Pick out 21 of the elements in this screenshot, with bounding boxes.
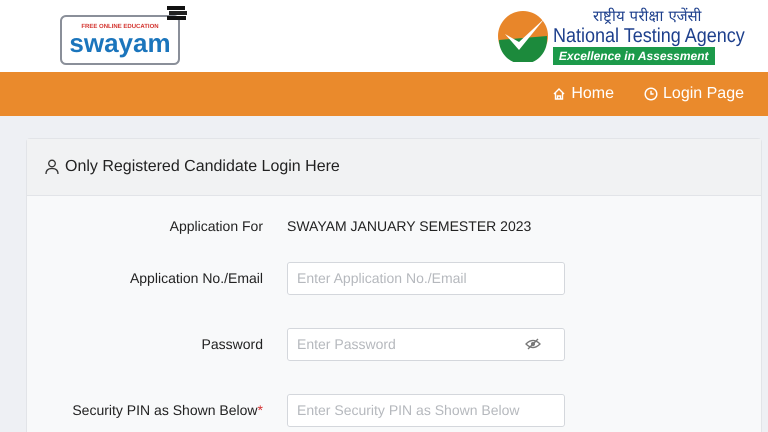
agency-name-hindi: राष्ट्रीय परीक्षा एजेंसी — [592, 8, 702, 24]
logo-wordmark: swayam — [69, 30, 171, 56]
input-field[interactable]: Enter Security PIN as Shown Below — [287, 394, 565, 426]
field-label: Password — [200, 336, 263, 352]
nav-link[interactable]: Login Page — [644, 85, 744, 103]
clock-icon — [644, 87, 658, 101]
user-icon — [45, 159, 59, 175]
eye-slash-icon[interactable] — [525, 338, 541, 350]
field-label: Security PIN as Shown Below* — [71, 402, 263, 418]
application-value: SWAYAM JANUARY SEMESTER 2023 — [287, 218, 532, 234]
nav-link[interactable]: Home — [552, 85, 614, 103]
agency-motto: Excellence in Assessment — [552, 46, 715, 64]
password-field[interactable]: Enter Password — [287, 328, 565, 360]
books-icon — [166, 5, 188, 21]
field-label: Application No./Email — [128, 270, 263, 286]
checkmark-logo-icon — [496, 10, 549, 62]
input-field[interactable]: Enter Application No./Email — [287, 262, 565, 294]
agency-name: National Testing Agency — [552, 24, 745, 46]
card-title: Only Registered Candidate Login Here — [65, 158, 340, 176]
field-label: Application For — [168, 218, 263, 234]
home-icon — [552, 87, 566, 101]
